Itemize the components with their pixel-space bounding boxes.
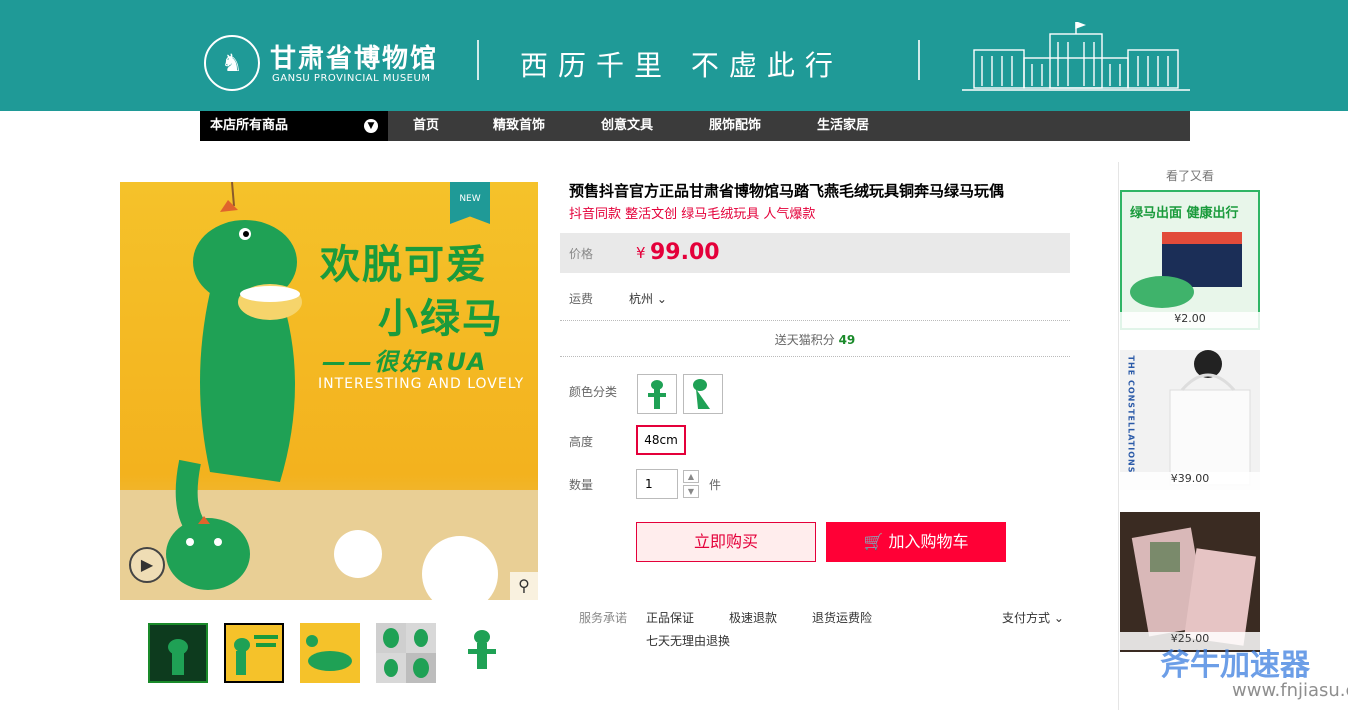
height-option-48cm[interactable]: 48cm xyxy=(636,425,686,455)
product-title: 预售抖音官方正品甘肃省博物馆马踏飞燕毛绒玩具铜奔马绿马玩偶 xyxy=(569,182,1005,200)
quantity-input[interactable]: 1 xyxy=(636,469,678,499)
all-products-label: 本店所有商品 xyxy=(210,118,289,133)
watermark-text: 斧牛加速器 xyxy=(1160,648,1310,683)
thumbnail-horse-image xyxy=(306,635,352,671)
quantity-decrease-button[interactable]: ▼ xyxy=(683,485,699,498)
sku-horse-image xyxy=(693,379,710,409)
color-option-2[interactable] xyxy=(683,374,723,414)
nav-item-home[interactable]: 首页 xyxy=(413,111,439,141)
thumbnail-5[interactable] xyxy=(452,623,512,683)
recommend-card-2[interactable]: THE CONSTELLATIONS xyxy=(1120,350,1260,490)
all-products-dropdown[interactable]: 本店所有商品 ▼ xyxy=(200,111,388,141)
nav-item-jewelry[interactable]: 精致首饰 xyxy=(493,111,545,141)
service-item-authentic[interactable]: 正品保证 xyxy=(646,609,694,626)
header-slogan: 西历千里 不虚此行 xyxy=(520,49,843,82)
sidebar-divider xyxy=(1118,162,1119,710)
price-label: 价格 xyxy=(569,247,594,261)
play-video-icon[interactable]: ▶ xyxy=(129,547,165,583)
sku-horse-image xyxy=(648,380,666,409)
thumbnail-4[interactable] xyxy=(376,623,436,683)
nav-item-stationery[interactable]: 创意文具 xyxy=(601,111,653,141)
currency-symbol: ¥ xyxy=(636,244,646,262)
price-value: 99.00 xyxy=(650,240,720,265)
quantity-label: 数量 xyxy=(569,478,594,492)
recommend-card-3[interactable] xyxy=(1120,512,1260,652)
quantity-increase-button[interactable]: ▲ xyxy=(683,470,699,483)
color-label: 颜色分类 xyxy=(569,385,618,399)
museum-name-en: GANSU PROVINCIAL MUSEUM xyxy=(272,73,431,84)
service-item-fast-refund[interactable]: 极速退款 xyxy=(729,609,777,626)
service-item-return-insurance[interactable]: 退货运费险 xyxy=(812,609,872,626)
thumbnail-3[interactable] xyxy=(300,623,360,683)
product-subtitle: 抖音同款 整活文创 绿马毛绒玩具 人气爆款 xyxy=(569,207,816,222)
add-to-cart-button[interactable]: 🛒 加入购物车 xyxy=(826,522,1006,562)
thumbnail-horse-image xyxy=(468,630,496,669)
divider xyxy=(560,356,1070,357)
museum-building-icon xyxy=(962,22,1190,91)
service-label: 服务承诺 xyxy=(579,611,628,625)
zoom-icon[interactable]: ⚲ xyxy=(510,572,538,600)
thumbnail-horse-image xyxy=(234,635,278,675)
watermark-url: www.fnjiasu.com xyxy=(1232,680,1348,701)
color-option-1[interactable] xyxy=(637,374,677,414)
tote-bag-image xyxy=(1169,350,1251,486)
service-item-7day-return[interactable]: 七天无理由退换 xyxy=(646,632,730,649)
cart-icon: 🛒 xyxy=(863,532,884,551)
postcard-image xyxy=(1131,527,1256,646)
header-divider xyxy=(477,40,479,80)
recommend-card-caption: 绿马出面 健康出行 xyxy=(1130,206,1239,221)
divider xyxy=(560,320,1070,321)
recommend-card-price: ¥39.00 xyxy=(1120,472,1260,490)
thumbnail-1[interactable] xyxy=(148,623,208,683)
points-text: 送天猫积分 xyxy=(774,333,835,347)
points-info: 送天猫积分 49 xyxy=(560,331,1070,348)
quantity-unit: 件 xyxy=(709,478,722,492)
height-label: 高度 xyxy=(569,435,594,449)
thumbnail-horse-image xyxy=(376,623,436,683)
sidebar-title: 看了又看 xyxy=(1165,169,1214,183)
recommend-card-price: ¥2.00 xyxy=(1120,312,1260,330)
chevron-down-icon: ⌄ xyxy=(1053,611,1064,625)
payment-methods-label: 支付方式 xyxy=(1002,611,1051,625)
shipping-label: 运费 xyxy=(569,292,594,306)
add-to-cart-label: 加入购物车 xyxy=(888,532,969,551)
shipping-location: 杭州 xyxy=(629,292,654,306)
points-value: 49 xyxy=(838,333,856,347)
recommend-card-1[interactable]: 绿马出面 健康出行 xyxy=(1120,190,1260,330)
header-divider xyxy=(918,40,920,80)
shipping-location-dropdown[interactable]: 杭州 ⌄ xyxy=(629,290,667,307)
nav-item-home-living[interactable]: 生活家居 xyxy=(817,111,869,141)
museum-name-cn: 甘肃省博物馆 xyxy=(270,44,439,74)
museum-logo-icon[interactable]: ♞ xyxy=(204,35,260,91)
chevron-down-icon: ⌄ xyxy=(656,292,667,306)
promo-text-1: 欢脱可爱 xyxy=(320,242,488,288)
chevron-down-icon: ▼ xyxy=(364,119,378,133)
buy-now-button[interactable]: 立即购买 xyxy=(636,522,816,562)
nav-item-apparel[interactable]: 服饰配饰 xyxy=(709,111,761,141)
payment-methods-dropdown[interactable]: 支付方式 ⌄ xyxy=(1002,609,1064,626)
promo-text-2: 小绿马 xyxy=(378,296,504,342)
thumbnail-horse-image xyxy=(168,639,188,675)
thumbnail-2[interactable] xyxy=(224,623,284,683)
promo-text-4: INTERESTING AND LOVELY xyxy=(318,376,525,392)
promo-text-3: ——很好RUA xyxy=(322,348,488,376)
